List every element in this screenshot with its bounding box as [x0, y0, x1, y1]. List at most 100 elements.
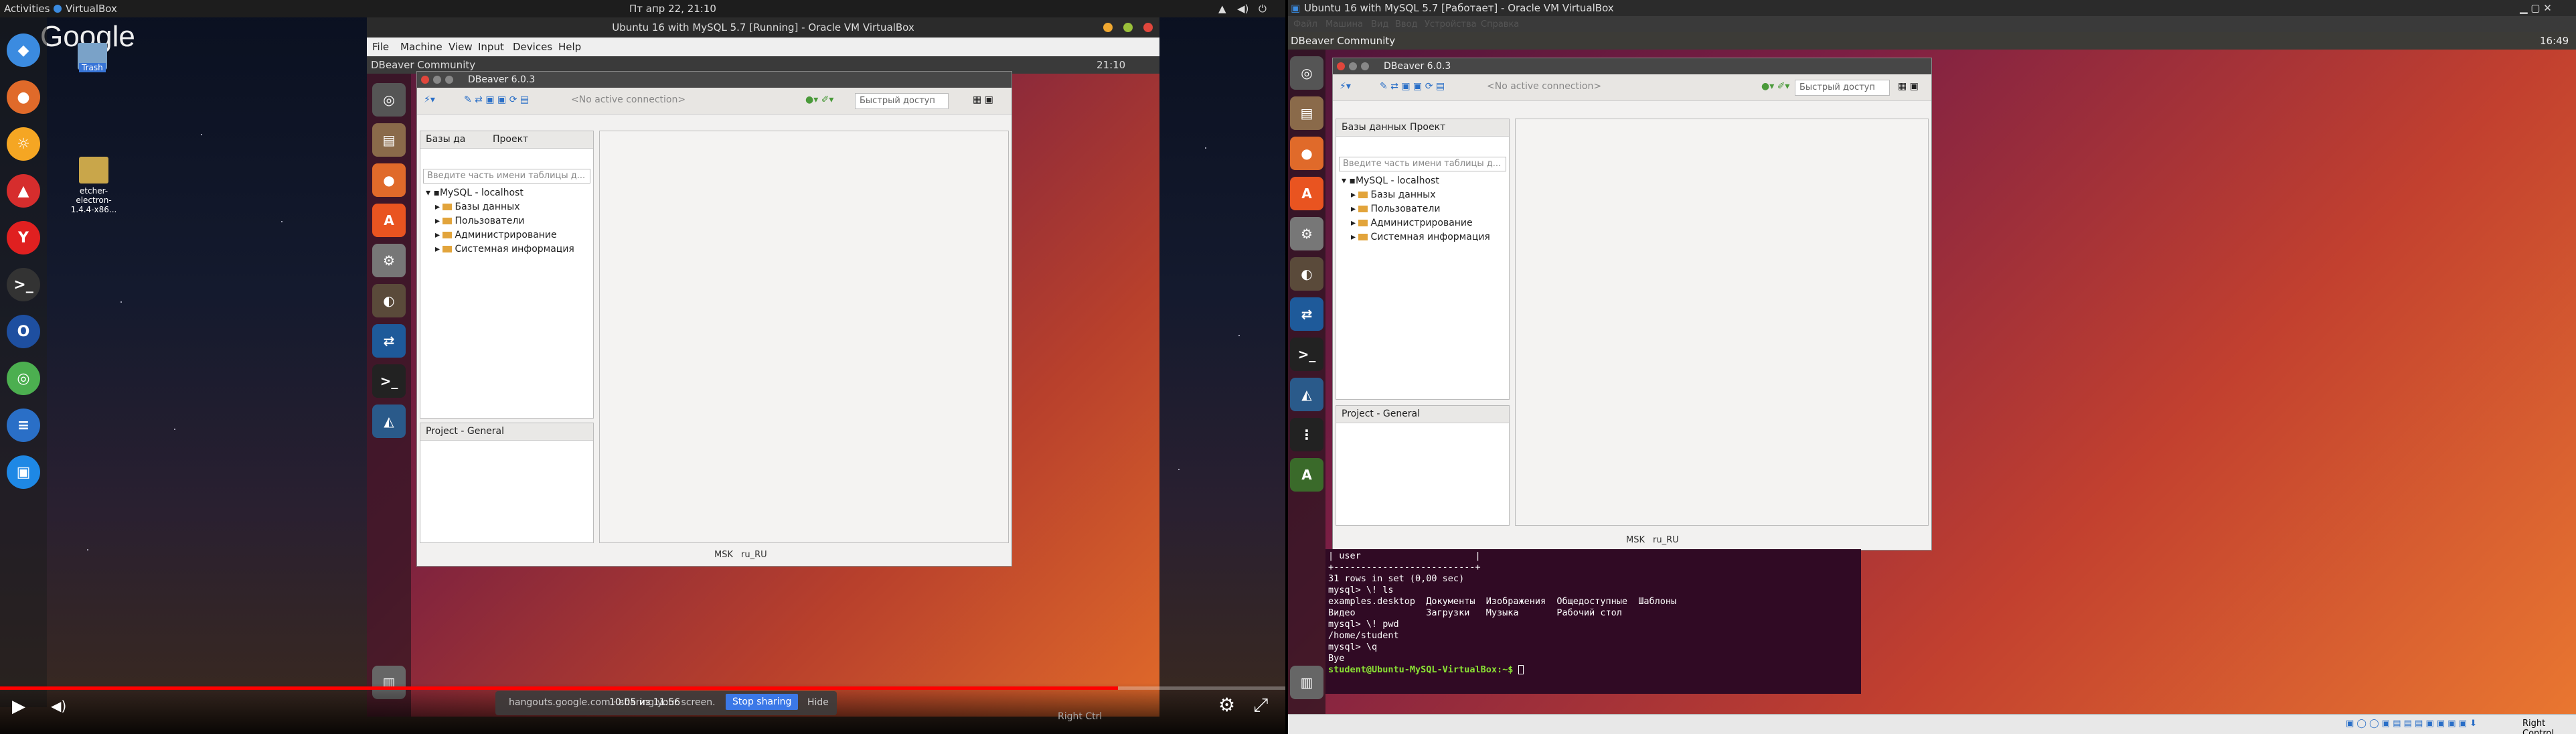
app-icon[interactable]: ▲	[7, 174, 40, 208]
menu-help[interactable]: Справка	[1481, 19, 1519, 29]
project-general-title[interactable]: Project - General	[1342, 409, 1420, 419]
tab-databases[interactable]: Базы да	[426, 134, 465, 145]
software-icon[interactable]: A	[372, 204, 406, 237]
minimize-button[interactable]	[1349, 62, 1357, 70]
project-general-title[interactable]: Project - General	[426, 426, 504, 437]
docs-icon[interactable]: ≡	[7, 409, 40, 442]
tree-item-sysinfo[interactable]: ▸ Системная информация	[426, 242, 574, 256]
tree-root[interactable]: ▾ ▪MySQL - localhost	[426, 186, 574, 200]
settings-icon[interactable]: ☼	[7, 127, 40, 161]
tree-item-users[interactable]: ▸ Пользователи	[426, 214, 574, 228]
tree-item-databases[interactable]: ▸ Базы данных	[1342, 188, 1490, 202]
quick-access-input[interactable]: Быстрый доступ	[855, 93, 949, 109]
play-icon[interactable]: ▶	[12, 696, 25, 717]
toolbar-icons[interactable]: ✎ ⇄ ▣ ▣ ⟳ ▤	[464, 94, 529, 105]
maximize-button[interactable]	[1123, 23, 1133, 32]
active-connection-select[interactable]: <No active connection>	[1487, 81, 1601, 92]
firefox-icon[interactable]: ●	[372, 163, 406, 197]
active-connection-select[interactable]: <No active connection>	[571, 94, 686, 105]
new-connection-icon[interactable]: ⚡▾	[424, 94, 435, 105]
files-icon[interactable]: ▤	[1290, 96, 1323, 130]
run-icon[interactable]: ●▾ ✐▾	[805, 94, 833, 105]
menu-view[interactable]: Вид	[1371, 19, 1388, 29]
close-button[interactable]	[421, 76, 429, 84]
files-icon[interactable]: ▤	[372, 123, 406, 157]
table-filter-input[interactable]: Введите часть имени таблицы д...	[1339, 157, 1506, 171]
terminal-icon[interactable]: >_	[7, 268, 40, 301]
new-connection-icon[interactable]: ⚡▾	[1340, 81, 1351, 92]
chrome-icon[interactable]: ◎	[7, 362, 40, 395]
menu-machine[interactable]: Машина	[1325, 19, 1363, 29]
tab-project[interactable]: Проект	[493, 134, 528, 145]
tree-root[interactable]: ▾ ▪MySQL - localhost	[1342, 174, 1490, 188]
firefox-icon[interactable]: ●	[1290, 137, 1323, 170]
vscode-icon[interactable]: ⇄	[372, 324, 406, 358]
screenshot-icon[interactable]: ▣	[7, 455, 40, 489]
menu-help[interactable]: Help	[558, 41, 581, 53]
tree-item-admin[interactable]: ▸ Администрирование	[426, 228, 574, 242]
volume-icon[interactable]: ◀)	[1237, 3, 1249, 15]
menu-machine[interactable]: Machine	[400, 41, 442, 53]
close-button[interactable]	[1143, 23, 1153, 32]
menu-file[interactable]: File	[372, 41, 389, 53]
network-icon[interactable]: ▲	[1218, 3, 1226, 15]
tree-item-users[interactable]: ▸ Пользователи	[1342, 202, 1490, 216]
close-button[interactable]	[1337, 62, 1345, 70]
terminal-icon[interactable]: >_	[372, 364, 406, 398]
hide-button[interactable]: Hide	[807, 697, 829, 708]
opera-icon[interactable]: O	[7, 315, 40, 348]
ubuntu-icon[interactable]: ◎	[372, 83, 406, 117]
terminal-output[interactable]: | user | +--------------------------+ 31 r…	[1325, 549, 1861, 694]
maximize-button[interactable]	[445, 76, 453, 84]
workbench-icon[interactable]: ◭	[372, 405, 406, 438]
activities-button[interactable]: Activities	[4, 3, 50, 15]
window-controls[interactable]: ▁ ▢ ✕	[2520, 0, 2552, 16]
video-progress[interactable]	[0, 686, 1285, 690]
settings-icon[interactable]: ⚙	[372, 244, 406, 277]
perspective-icon[interactable]: ▦ ▣	[973, 94, 993, 105]
guest-clock[interactable]: 16:49	[2540, 35, 2569, 47]
terminal-icon[interactable]: >_	[1290, 338, 1323, 371]
table-filter-input[interactable]: Введите часть имени таблицы д...	[423, 169, 590, 184]
fullscreen-icon[interactable]: ⤢	[1253, 694, 1268, 717]
ubuntu-icon[interactable]: ◎	[1290, 56, 1323, 90]
device-icons[interactable]: ▣ ◯ ◯ ▣ ▤ ▤ ▤ ▣ ▣ ▣ ▣ ⬇	[2346, 719, 2477, 729]
volume-icon[interactable]: ◀)	[51, 698, 66, 714]
host-clock[interactable]: Пт апр 22, 21:10	[629, 3, 716, 15]
perspective-icon[interactable]: ▦ ▣	[1898, 81, 1919, 92]
menu-view[interactable]: View	[449, 41, 473, 53]
files-icon[interactable]: ◆	[7, 33, 40, 67]
firefox-icon[interactable]: ●	[7, 80, 40, 114]
menu-devices[interactable]: Devices	[513, 41, 552, 53]
guest-clock[interactable]: 21:10	[1097, 59, 1125, 71]
tree-item-sysinfo[interactable]: ▸ Системная информация	[1342, 230, 1490, 244]
updater-icon[interactable]: A	[1290, 458, 1323, 492]
tab-databases[interactable]: Базы данных	[1342, 122, 1406, 133]
workbench-icon[interactable]: ◭	[1290, 378, 1323, 411]
yandex-icon[interactable]: Y	[7, 221, 40, 254]
run-icon[interactable]: ●▾ ✐▾	[1761, 81, 1789, 92]
toolbar-icons[interactable]: ✎ ⇄ ▣ ▣ ⟳ ▤	[1380, 81, 1445, 92]
tab-project[interactable]: Проект	[1410, 122, 1445, 133]
vscode-icon[interactable]: ⇄	[1290, 297, 1323, 331]
dbeaver-icon[interactable]: ◐	[372, 284, 406, 317]
menu-input[interactable]: Input	[478, 41, 504, 53]
dbeaver-icon[interactable]: ◐	[1290, 257, 1323, 291]
quick-access-input[interactable]: Быстрый доступ	[1795, 80, 1890, 96]
software-icon[interactable]: A	[1290, 177, 1323, 210]
file-icon[interactable]	[79, 157, 108, 184]
menu-file[interactable]: Файл	[1293, 19, 1317, 29]
tree-item-databases[interactable]: ▸ Базы данных	[426, 200, 574, 214]
power-icon[interactable]: ⏻	[1259, 3, 1267, 15]
stop-sharing-button[interactable]: Stop sharing	[726, 694, 799, 710]
app-menu[interactable]: VirtualBox	[66, 3, 117, 15]
video-settings-icon[interactable]: ⚙	[1218, 694, 1235, 716]
minimize-button[interactable]	[433, 76, 441, 84]
trash-icon[interactable]: ▥	[1290, 666, 1323, 699]
maximize-button[interactable]	[1361, 62, 1369, 70]
minimize-button[interactable]	[1103, 23, 1113, 32]
tree-item-admin[interactable]: ▸ Администрирование	[1342, 216, 1490, 230]
shell-icon[interactable]: ⋮	[1290, 418, 1323, 451]
menu-input[interactable]: Ввод	[1395, 19, 1418, 29]
menu-devices[interactable]: Устройства	[1425, 19, 1477, 29]
